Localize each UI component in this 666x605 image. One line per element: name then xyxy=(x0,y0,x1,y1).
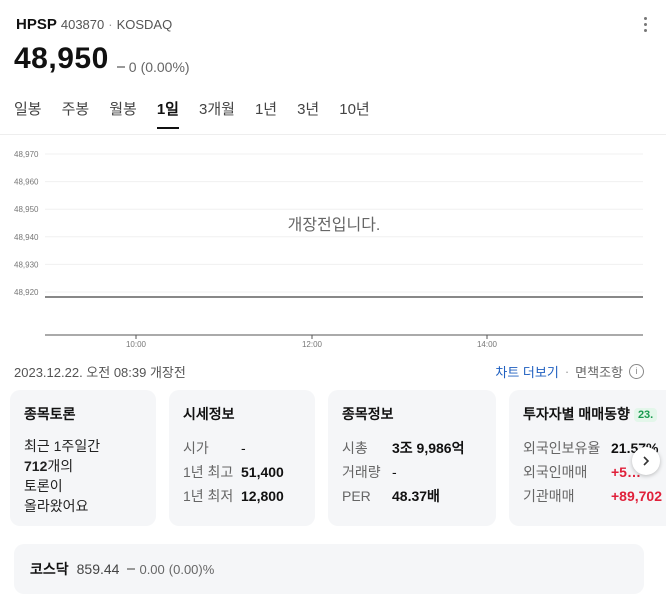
stock-label: PER xyxy=(342,488,371,504)
tab-10years[interactable]: 10년 xyxy=(339,98,370,129)
stock-value: - xyxy=(392,464,397,480)
stock-row: 시총 3조 9,986억 xyxy=(342,436,496,460)
chevron-right-icon xyxy=(643,456,650,466)
investor-label: 외국인매매 xyxy=(523,464,588,480)
investor-row: 기관매매 +89,702 xyxy=(523,484,666,508)
discussion-card[interactable]: 종목토론 최근 1주일간 712개의 토론이 올라왔어요 xyxy=(10,390,156,526)
caption-separator: · xyxy=(564,364,570,379)
stock-info-card[interactable]: 종목정보 시총 3조 9,986억 거래량 - PER 48.37배 xyxy=(328,390,496,526)
stock-value: 3조 9,986억 xyxy=(392,440,465,456)
discussion-count: 712 xyxy=(24,458,48,474)
chart-more-link[interactable]: 차트 더보기 xyxy=(495,362,558,381)
discussion-line4: 올라왔어요 xyxy=(24,498,89,514)
quote-row: 1년 최고 51,400 xyxy=(183,460,315,484)
investor-badge: 23. xyxy=(633,408,658,423)
stock-label: 거래량 xyxy=(342,464,381,480)
discussion-line2: 개의 xyxy=(47,458,74,474)
discussion-line3: 토론이 xyxy=(24,478,63,494)
investor-label: 기관매매 xyxy=(523,488,575,504)
info-cards: 종목토론 최근 1주일간 712개의 토론이 올라왔어요 시세정보 시가 - 1년… xyxy=(10,390,666,528)
tab-3months[interactable]: 3개월 xyxy=(199,98,235,129)
kosdaq-index-bar[interactable]: 코스닥 859.44 0.00 (0.00)% xyxy=(14,544,644,594)
quote-label: 1년 최저 xyxy=(183,488,234,504)
tab-daily[interactable]: 일봉 xyxy=(14,98,42,129)
investor-title-text: 투자자별 매매동향 xyxy=(523,406,630,422)
quote-label: 1년 최고 xyxy=(183,464,234,480)
tab-monthly[interactable]: 월봉 xyxy=(109,98,137,129)
intraday-chart: 개장전입니다. 48,970 48,960 48,950 48,940 48,930 48… xyxy=(0,134,666,349)
change-percent: (0.00%) xyxy=(140,59,190,75)
tab-3years[interactable]: 3년 xyxy=(297,98,319,129)
x-tick-label: 12:00 xyxy=(302,340,323,349)
y-tick-label: 48,920 xyxy=(14,288,39,297)
more-options-icon[interactable] xyxy=(642,14,648,34)
flat-change-icon xyxy=(127,568,136,570)
tab-1year[interactable]: 1년 xyxy=(255,98,277,129)
stock-value: 48.37배 xyxy=(392,488,440,504)
y-tick-label: 48,950 xyxy=(14,205,39,214)
discussion-title: 종목토론 xyxy=(24,406,76,422)
stock-row: PER 48.37배 xyxy=(342,484,496,508)
y-tick-label: 48,960 xyxy=(14,178,39,187)
ticker-name: HPSP xyxy=(16,16,57,33)
index-change: 0.00 (0.00)% xyxy=(127,562,214,577)
tab-weekly[interactable]: 주봉 xyxy=(62,98,90,129)
y-tick-label: 48,930 xyxy=(14,260,39,269)
stock-label: 시총 xyxy=(342,440,368,456)
x-tick-label: 10:00 xyxy=(126,340,147,349)
stock-info-title: 종목정보 xyxy=(342,406,394,422)
stock-row: 거래량 - xyxy=(342,460,496,484)
next-card-button[interactable] xyxy=(632,447,660,475)
discussion-text: 최근 1주일간 712개의 토론이 올라왔어요 xyxy=(24,436,156,516)
index-change-percent: (0.00)% xyxy=(168,561,215,577)
price-change: 0 (0.00%) xyxy=(116,59,190,75)
investor-label: 외국인보유율 xyxy=(523,440,601,456)
investor-title: 투자자별 매매동향 23. xyxy=(523,404,666,424)
disclaimer-link[interactable]: 면책조항 xyxy=(575,362,623,381)
stock-code: 403870 xyxy=(60,17,105,32)
change-value: 0 xyxy=(128,59,137,75)
quote-row: 1년 최저 12,800 xyxy=(183,484,315,508)
timestamp: 2023.12.22. 오전 08:39 개장전 xyxy=(14,365,186,380)
y-tick-label: 48,970 xyxy=(14,150,39,159)
quote-card[interactable]: 시세정보 시가 - 1년 최고 51,400 1년 최저 12,800 xyxy=(169,390,315,526)
info-icon[interactable]: i xyxy=(629,364,644,379)
discussion-line1: 최근 1주일간 xyxy=(24,438,101,454)
quote-value: 12,800 xyxy=(241,488,284,504)
quote-row: 시가 - xyxy=(183,436,315,460)
period-tabs: 일봉 주봉 월봉 1일 3개월 1년 3년 10년 xyxy=(14,98,390,129)
quote-value: 51,400 xyxy=(241,464,284,480)
y-tick-label: 48,940 xyxy=(14,233,39,242)
quote-value: - xyxy=(241,440,246,456)
chart-caption: 2023.12.22. 오전 08:39 개장전 차트 더보기 · 면책조항 i xyxy=(14,362,644,381)
index-name: 코스닥 xyxy=(30,561,69,577)
tab-1day[interactable]: 1일 xyxy=(156,98,179,129)
header-separator: · xyxy=(108,17,113,32)
caption-links: 차트 더보기 · 면책조항 i xyxy=(495,362,644,381)
index-value: 859.44 xyxy=(76,561,120,577)
index-change-value: 0.00 xyxy=(139,561,165,577)
chart-message: 개장전입니다. xyxy=(288,216,381,234)
x-tick-label: 14:00 xyxy=(477,340,498,349)
quote-title: 시세정보 xyxy=(183,406,235,422)
price-row: 48,950 0 (0.00%) xyxy=(14,42,190,76)
stock-header: HPSP 403870 · KOSDAQ xyxy=(16,16,172,33)
current-price: 48,950 xyxy=(14,42,109,75)
investor-value: +89,702 xyxy=(611,488,662,504)
market-name: KOSDAQ xyxy=(116,17,173,32)
quote-label: 시가 xyxy=(183,440,209,456)
flat-change-icon xyxy=(116,66,125,68)
